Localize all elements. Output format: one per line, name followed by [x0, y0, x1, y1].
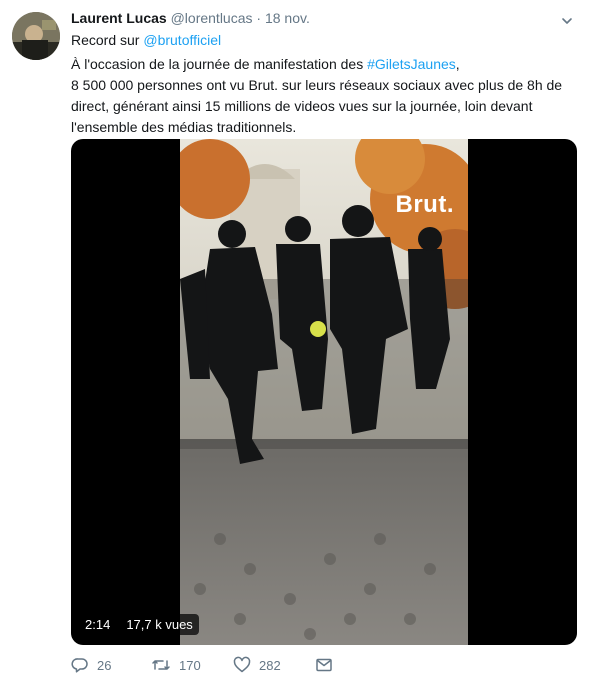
author-name[interactable]: Laurent Lucas	[71, 10, 167, 26]
video-player[interactable]: Brut. 2:14 17,7 k vues	[71, 139, 577, 645]
message-icon	[315, 656, 333, 674]
reply-icon	[71, 656, 89, 674]
retweet-count: 170	[179, 657, 201, 673]
tweet-date[interactable]: 18 nov.	[265, 10, 310, 26]
separator: ·	[256, 10, 262, 26]
tweet-text-part1: À l'occasion de la journée de manifestat…	[71, 56, 368, 72]
tweet-text: À l'occasion de la journée de manifestat…	[71, 54, 581, 138]
retweet-icon	[151, 656, 171, 674]
chevron-down-icon[interactable]	[560, 14, 574, 28]
mention-link[interactable]: @brutofficiel	[143, 32, 221, 48]
video-views: 17,7 k vues	[120, 614, 199, 635]
reply-button[interactable]: 26	[71, 656, 151, 674]
replying-prefix: Record sur	[71, 32, 140, 48]
replying-to: Record sur @brutofficiel	[71, 32, 221, 48]
video-duration: 2:14	[79, 614, 117, 635]
message-button[interactable]	[315, 656, 333, 674]
video-badges: 2:14 17,7 k vues	[79, 614, 199, 635]
author-handle[interactable]: @lorentlucas	[171, 10, 253, 26]
hashtag-link[interactable]: #GiletsJaunes	[367, 56, 456, 72]
brut-watermark: Brut.	[395, 191, 454, 218]
tweet-header: Laurent Lucas @lorentlucas · 18 nov.	[71, 10, 310, 26]
avatar[interactable]	[12, 12, 60, 60]
retweet-button[interactable]: 170	[151, 656, 233, 674]
like-count: 282	[259, 657, 281, 673]
video-frame: Brut.	[180, 139, 468, 645]
tweet-actions: 26 170 282	[71, 656, 333, 674]
like-icon	[233, 656, 251, 674]
reply-count: 26	[97, 657, 112, 673]
like-button[interactable]: 282	[233, 656, 315, 674]
